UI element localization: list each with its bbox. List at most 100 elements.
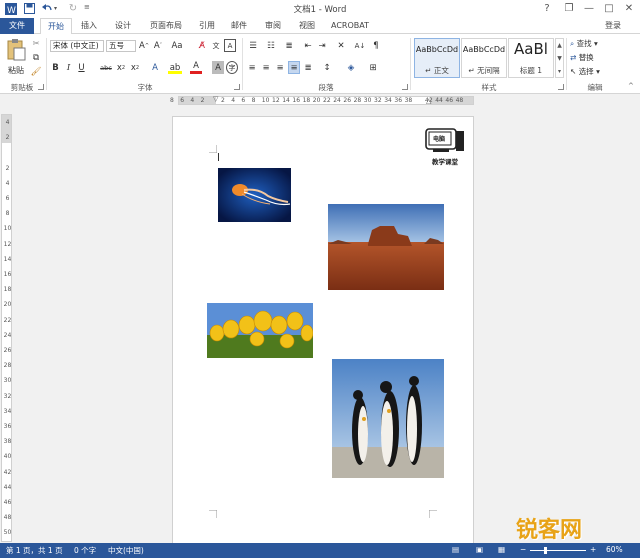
paragraph-group-label: 段落 [318, 83, 334, 92]
ruler-tick-label: 28 [353, 97, 362, 104]
font-launcher-icon[interactable] [234, 84, 240, 90]
strikethrough-icon[interactable]: abc [99, 61, 113, 74]
change-case-icon[interactable]: Aa [170, 39, 184, 52]
zoom-level[interactable]: 60% [606, 545, 623, 554]
tab-insert[interactable]: 插入 [76, 18, 102, 34]
text-effects-icon[interactable]: A [148, 61, 162, 74]
character-border-icon[interactable]: A [224, 39, 236, 52]
align-center-icon[interactable]: ≡ [260, 61, 272, 74]
bullets-icon[interactable]: ☰ [246, 39, 260, 52]
brand-watermark: 锐客网 [516, 518, 583, 543]
replace-button[interactable]: ⇄ 替换 [570, 52, 630, 64]
multilevel-list-icon[interactable]: ≣ [282, 39, 296, 52]
find-button[interactable]: ⌕ 查找 ▾ [570, 38, 630, 50]
superscript-icon[interactable]: x2 [129, 61, 141, 74]
document-page[interactable]: 电脑 教学课堂 [172, 116, 474, 552]
login-link[interactable]: 登录 [600, 18, 626, 34]
replace-icon: ⇄ [570, 53, 577, 62]
distributed-icon[interactable]: ≣ [302, 61, 314, 74]
numbering-icon[interactable]: ☷ [264, 39, 278, 52]
style-normal[interactable]: AaBbCcDd ↵ 正文 [414, 38, 460, 78]
ruler-tick-label: 32 [3, 392, 12, 400]
jellyfish-photo[interactable] [218, 168, 291, 222]
italic-icon[interactable]: I [63, 61, 74, 74]
tab-file[interactable]: 文件 [0, 18, 34, 34]
watermark-logo: 电脑 教学课堂 [423, 127, 467, 167]
ruler-tick-label: 36 [3, 423, 12, 430]
show-marks-icon[interactable]: ¶ [370, 39, 382, 52]
enclosed-character-icon[interactable]: 字 [226, 61, 238, 74]
read-mode-icon[interactable]: ▤ [452, 545, 459, 554]
ribbon-display-button[interactable]: ❐ [558, 1, 580, 16]
ruler-tick-label: 28 [3, 362, 12, 370]
right-indent-marker-icon[interactable]: △ [426, 97, 431, 105]
horizontal-ruler[interactable]: 8 6 4 2 2 4 6 8 10 12 14 16 18 20 22 24 26 28 30 32 34 36 38 42… [0, 95, 640, 106]
tab-references[interactable]: 引用 [194, 18, 220, 34]
close-button[interactable]: ✕ [618, 1, 640, 16]
align-left-icon[interactable]: ≡ [246, 61, 258, 74]
grow-font-icon[interactable]: A ^ [138, 39, 150, 52]
help-button[interactable]: ? [536, 1, 558, 16]
tab-review[interactable]: 审阅 [260, 18, 286, 34]
minimize-button[interactable]: — [578, 1, 600, 16]
tab-acrobat[interactable]: ACROBAT [328, 18, 372, 34]
paragraph-launcher-icon[interactable] [402, 84, 408, 90]
sort-icon[interactable]: A↓ [354, 39, 366, 52]
web-layout-icon[interactable]: ▦ [498, 545, 505, 554]
style-no-spacing[interactable]: AaBbCcDd ↵ 无间隔 [461, 38, 507, 78]
word-count[interactable]: 0 个字 [74, 545, 96, 556]
replace-label: 替换 [578, 53, 594, 62]
highlight-icon[interactable]: ab [168, 61, 182, 74]
copy-icon[interactable]: ⧉ [30, 51, 42, 64]
tab-page-layout[interactable]: 页面布局 [144, 18, 188, 34]
styles-launcher-icon[interactable] [558, 84, 564, 90]
format-painter-icon[interactable]: 🖌 [30, 65, 42, 78]
bold-icon[interactable]: B [50, 61, 61, 74]
zoom-out-icon[interactable]: − [520, 545, 526, 554]
align-right-icon[interactable]: ≡ [274, 61, 286, 74]
justify-icon[interactable]: ≡ [288, 61, 300, 74]
paste-button[interactable]: 粘贴 [5, 38, 27, 78]
styles-scroll[interactable]: ▲ ▼ ▾ [555, 38, 564, 78]
increase-indent-icon[interactable]: ⇥ [316, 39, 328, 52]
underline-icon[interactable]: U [76, 61, 87, 74]
shading-icon[interactable]: ◈ [344, 61, 358, 74]
desert-photo[interactable] [328, 204, 444, 290]
zoom-slider[interactable] [530, 550, 586, 551]
tulips-photo[interactable] [207, 303, 313, 358]
line-spacing-icon[interactable]: ↕ [320, 61, 334, 74]
print-layout-icon[interactable]: ▣ [476, 545, 483, 554]
maximize-button[interactable]: □ [598, 1, 620, 16]
clear-formatting-icon[interactable]: A̸ [196, 39, 208, 52]
indent-marker-icon[interactable]: ▽ [213, 95, 218, 103]
style-sample: AaBbCcDd [462, 45, 506, 54]
language-indicator[interactable]: 中文(中国) [108, 545, 144, 556]
font-color-icon[interactable]: A [190, 61, 202, 74]
tab-view[interactable]: 视图 [294, 18, 320, 34]
tab-mailings[interactable]: 邮件 [226, 18, 252, 34]
chinese-layout-icon[interactable]: ✕ [334, 39, 348, 52]
select-button[interactable]: ↖ 选择 ▾ [570, 66, 630, 78]
vertical-ruler[interactable]: 4 2 2 4 6 8 10 12 14 16 18 20 22 24 26 28 30 32 34 36 38 40 42… [1, 114, 12, 542]
subscript-icon[interactable]: x2 [115, 61, 127, 74]
character-shading-icon[interactable]: A [212, 61, 224, 74]
zoom-slider-thumb[interactable] [544, 547, 547, 554]
tab-home[interactable]: 开始 [40, 18, 72, 35]
ruler-tick-label: 48 [455, 97, 464, 104]
shrink-font-icon[interactable]: Aˇ [152, 39, 164, 52]
zoom-in-icon[interactable]: + [590, 545, 596, 554]
cut-icon[interactable]: ✂ [30, 37, 42, 50]
tulips-image [207, 303, 313, 358]
style-heading-1[interactable]: AaBl 标题 1 [508, 38, 554, 78]
borders-icon[interactable]: ⊞ [366, 61, 380, 74]
font-size-box[interactable]: 五号 [106, 40, 136, 52]
select-icon: ↖ [570, 67, 577, 76]
tab-design[interactable]: 设计 [110, 18, 136, 34]
clipboard-launcher-icon[interactable] [38, 84, 44, 90]
collapse-ribbon-icon[interactable]: ^ [628, 82, 634, 90]
phonetic-guide-icon[interactable]: 文 [210, 39, 222, 52]
penguins-photo[interactable] [332, 359, 444, 478]
decrease-indent-icon[interactable]: ⇤ [302, 39, 314, 52]
font-name-box[interactable]: 宋体 (中文正) [50, 40, 104, 52]
page-count[interactable]: 第 1 页，共 1 页 [6, 545, 63, 556]
